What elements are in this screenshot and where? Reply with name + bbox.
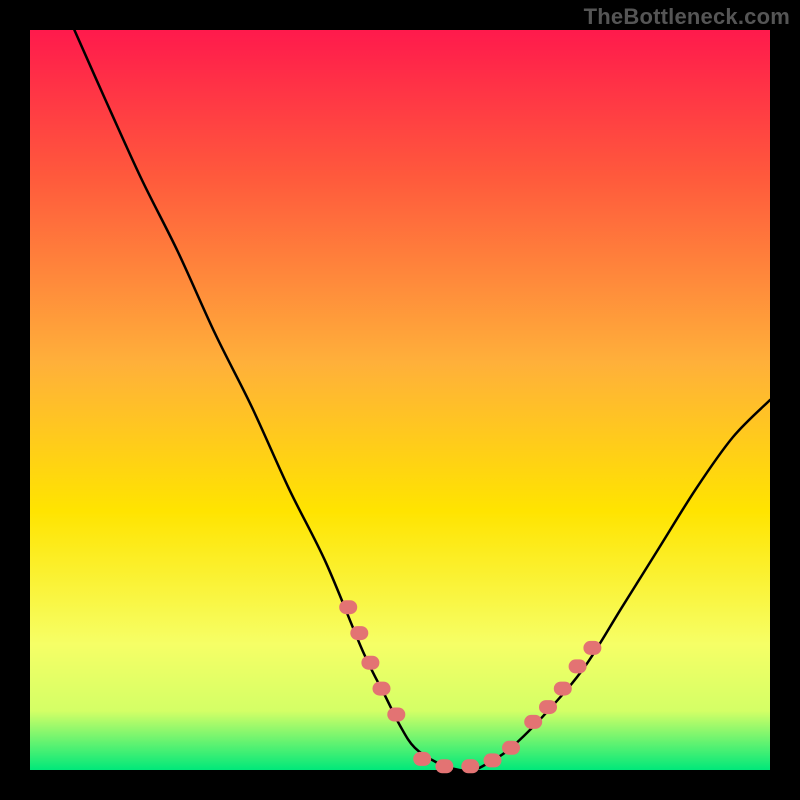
bottleneck-chart: TheBottleneck.com bbox=[0, 0, 800, 800]
curve-marker bbox=[484, 753, 502, 767]
plot-area bbox=[30, 30, 770, 770]
curve-marker bbox=[569, 659, 587, 673]
curve-marker bbox=[361, 656, 379, 670]
chart-svg bbox=[0, 0, 800, 800]
curve-marker bbox=[339, 600, 357, 614]
curve-marker bbox=[461, 759, 479, 773]
curve-marker bbox=[435, 759, 453, 773]
curve-marker bbox=[373, 682, 391, 696]
curve-marker bbox=[387, 708, 405, 722]
curve-marker bbox=[539, 700, 557, 714]
curve-marker bbox=[583, 641, 601, 655]
curve-marker bbox=[502, 741, 520, 755]
curve-marker bbox=[524, 715, 542, 729]
watermark-label: TheBottleneck.com bbox=[584, 4, 790, 30]
curve-marker bbox=[350, 626, 368, 640]
curve-marker bbox=[413, 752, 431, 766]
curve-marker bbox=[554, 682, 572, 696]
